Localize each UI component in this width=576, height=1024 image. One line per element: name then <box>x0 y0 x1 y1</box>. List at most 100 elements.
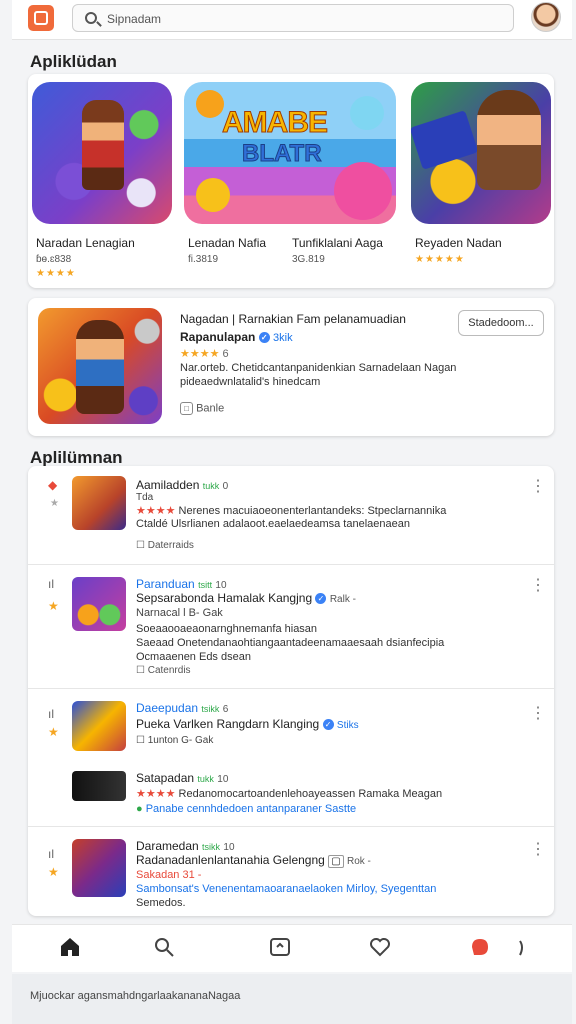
app-thumbnail[interactable] <box>32 82 172 224</box>
app-description: Saeaad Onetendanaohtiangaantadeenamaaesa… <box>136 637 445 649</box>
app-size: tukk <box>202 481 220 491</box>
app-name: Lenadan Nafia <box>188 236 267 250</box>
app-thumbnail[interactable] <box>72 701 126 751</box>
emoji-ball-icon <box>334 162 392 220</box>
app-count: 10 <box>215 580 227 591</box>
app-logo-icon[interactable] <box>28 5 54 31</box>
list-item[interactable]: ıl ★ Paranduan tsitt 10 Sepsarabonda Ham… <box>28 564 554 688</box>
library-icon[interactable] <box>268 935 296 963</box>
app-meta-text: 1unton G- Gak <box>147 735 214 746</box>
app-subtitle-text: Radanadanlenlantanahia Gelengng <box>136 853 325 867</box>
badge-icon: ıl <box>48 707 54 721</box>
rating-stars: ★★★★ <box>180 348 220 360</box>
avatar[interactable] <box>531 2 561 32</box>
app-count: 0 <box>222 481 229 492</box>
app-tile[interactable]: Reyaden Nadan ★★★★★ <box>411 82 551 265</box>
home-icon[interactable] <box>58 935 86 963</box>
tag-icon: ☐ <box>136 735 145 746</box>
app-tag-label: Daterraids <box>147 540 194 551</box>
character-art <box>82 100 124 190</box>
app-description: Ctaldé Ulsrlianen adalaoot.eaelaedeamsa … <box>136 518 410 530</box>
app-name-line: Daramedan tsikk 10 <box>136 839 235 853</box>
search-box[interactable] <box>72 4 514 32</box>
rating-stars: ★★★★ <box>136 505 176 517</box>
app-tile[interactable]: AMABE BLATR Lenadan Nafia fi.3819 Tunfik… <box>184 82 396 265</box>
app-meta: Sakadan 31 - <box>136 869 202 881</box>
notification-icon[interactable] <box>468 935 496 963</box>
app-size: tsitt <box>198 580 213 590</box>
tag-icon: ☐ <box>136 665 145 676</box>
search-icon <box>85 12 97 24</box>
app-description-text: Redanomocartoandenlehoayeassen Ramaka Me… <box>178 788 443 800</box>
badge-icon: ıl <box>48 847 54 861</box>
star-icon: ★ <box>48 599 59 613</box>
app-count: 10 <box>217 774 229 785</box>
featured-description: Nar.orteb. Chetidcantanpanidenkian Sarna… <box>180 362 457 374</box>
app-name: Reyaden Nadan <box>415 236 502 250</box>
more-options-icon[interactable]: ⋮ <box>530 706 546 722</box>
app-name-line: Paranduan tsitt 10 <box>136 577 227 591</box>
app-description: Soeaaooaeaonarnghnemanfa hiasan <box>136 623 318 635</box>
featured-app-title: Nagadan | Rarnakian Fam pelanamuadian <box>180 312 406 326</box>
featured-description: pideaedwnlatalid's hinedcam <box>180 376 321 388</box>
rating-stars: ★★★★★ <box>415 254 465 265</box>
app-tag-label: Catenrdis <box>147 665 191 676</box>
star-outline-icon: ★ <box>50 498 59 509</box>
check-icon: ● <box>136 803 143 815</box>
heart-icon[interactable] <box>368 935 396 963</box>
app-thumbnail[interactable] <box>72 771 126 801</box>
app-meta: fi.3819 <box>188 254 219 265</box>
app-thumbnail[interactable] <box>72 476 126 530</box>
app-tile[interactable]: Naradan Lenagian ɓɵ.ɛ838 ★★★★ <box>32 82 172 279</box>
featured-action-button[interactable]: Stadedoom... <box>458 310 544 336</box>
app-tag: ☐ Catenrdis <box>136 665 191 676</box>
app-description: ★★★★ Nerenes macuiaoeonenterlantandeks: … <box>136 504 446 517</box>
app-name: Satapadan <box>136 771 195 785</box>
game-logo-text: AMABE <box>222 106 329 140</box>
app-thumbnail[interactable]: AMABE BLATR <box>184 82 396 224</box>
star-icon: ★ <box>48 725 59 739</box>
verified-label: Rok - <box>346 856 371 867</box>
list-item[interactable]: ıl ★ Daeepudan tsikk 6 Pueka Varlken Ran… <box>28 688 554 826</box>
list-item[interactable]: ıl ★ Daramedan tsikk 10 Radanadanlenlant… <box>28 826 554 916</box>
section-title-featured: Apliklüdan <box>30 52 117 71</box>
app-count: 6 <box>222 704 229 715</box>
more-options-icon[interactable]: ⋮ <box>530 479 546 495</box>
app-thumbnail[interactable] <box>72 577 126 631</box>
character-art <box>76 320 124 414</box>
emoji-ball-icon <box>350 96 384 130</box>
featured-app-card[interactable]: Nagadan | Rarnakian Fam pelanamuadian Ra… <box>28 298 554 436</box>
app-size: tsikk <box>202 842 221 852</box>
verified-label: Stiks <box>336 720 359 731</box>
rating-stars: ★★★★ <box>136 788 176 800</box>
rating-stars: ★★★★ <box>36 268 76 279</box>
app-thumbnail[interactable] <box>72 839 126 897</box>
more-options-icon[interactable]: ⋮ <box>530 842 546 858</box>
app-description: Sambonsat's Venenentamaoaranaelaoken Mir… <box>136 883 437 895</box>
featured-rating: ★★★★ 6 <box>180 347 229 360</box>
app-meta: ɓɵ.ɛ838 <box>36 254 72 265</box>
search-input[interactable] <box>107 11 487 27</box>
app-name: Daeepudan <box>136 701 199 715</box>
character-art <box>477 90 541 190</box>
top-bar <box>12 0 572 40</box>
app-meta: 3G.819 <box>292 254 325 265</box>
app-subtitle-text: Pueka Varlken Rangdarn Klanging <box>136 717 320 731</box>
app-list: ◆ ★ Aamiladden tukk 0 Tda ★★★★ Nerenes m… <box>28 466 554 916</box>
verified-icon: ✓ <box>258 332 270 344</box>
app-description-text: Nerenes macuiaoeonenterlantandeks: Stpec… <box>178 505 447 517</box>
app-thumbnail[interactable] <box>411 82 551 224</box>
bottom-nav <box>12 924 572 972</box>
profile-icon[interactable] <box>510 935 538 963</box>
search-nav-icon[interactable] <box>152 935 180 963</box>
featured-app-subtitle: Rapanulapan ✓ 3kik <box>180 330 293 344</box>
banner-art <box>411 110 479 170</box>
footer: Mjuockar agansmahdngarlaakananaNagaa <box>12 974 572 1024</box>
list-item[interactable]: ◆ ★ Aamiladden tukk 0 Tda ★★★★ Nerenes m… <box>28 466 554 564</box>
featured-app-thumbnail[interactable] <box>38 308 162 424</box>
star-icon: ★ <box>48 865 59 879</box>
app-carousel: Naradan Lenagian ɓɵ.ɛ838 ★★★★ AMABE BLAT… <box>28 74 554 288</box>
emoji-ball-icon <box>196 90 224 118</box>
more-options-icon[interactable]: ⋮ <box>530 578 546 594</box>
app-meta: Narnacal l B- Gak <box>136 607 223 619</box>
